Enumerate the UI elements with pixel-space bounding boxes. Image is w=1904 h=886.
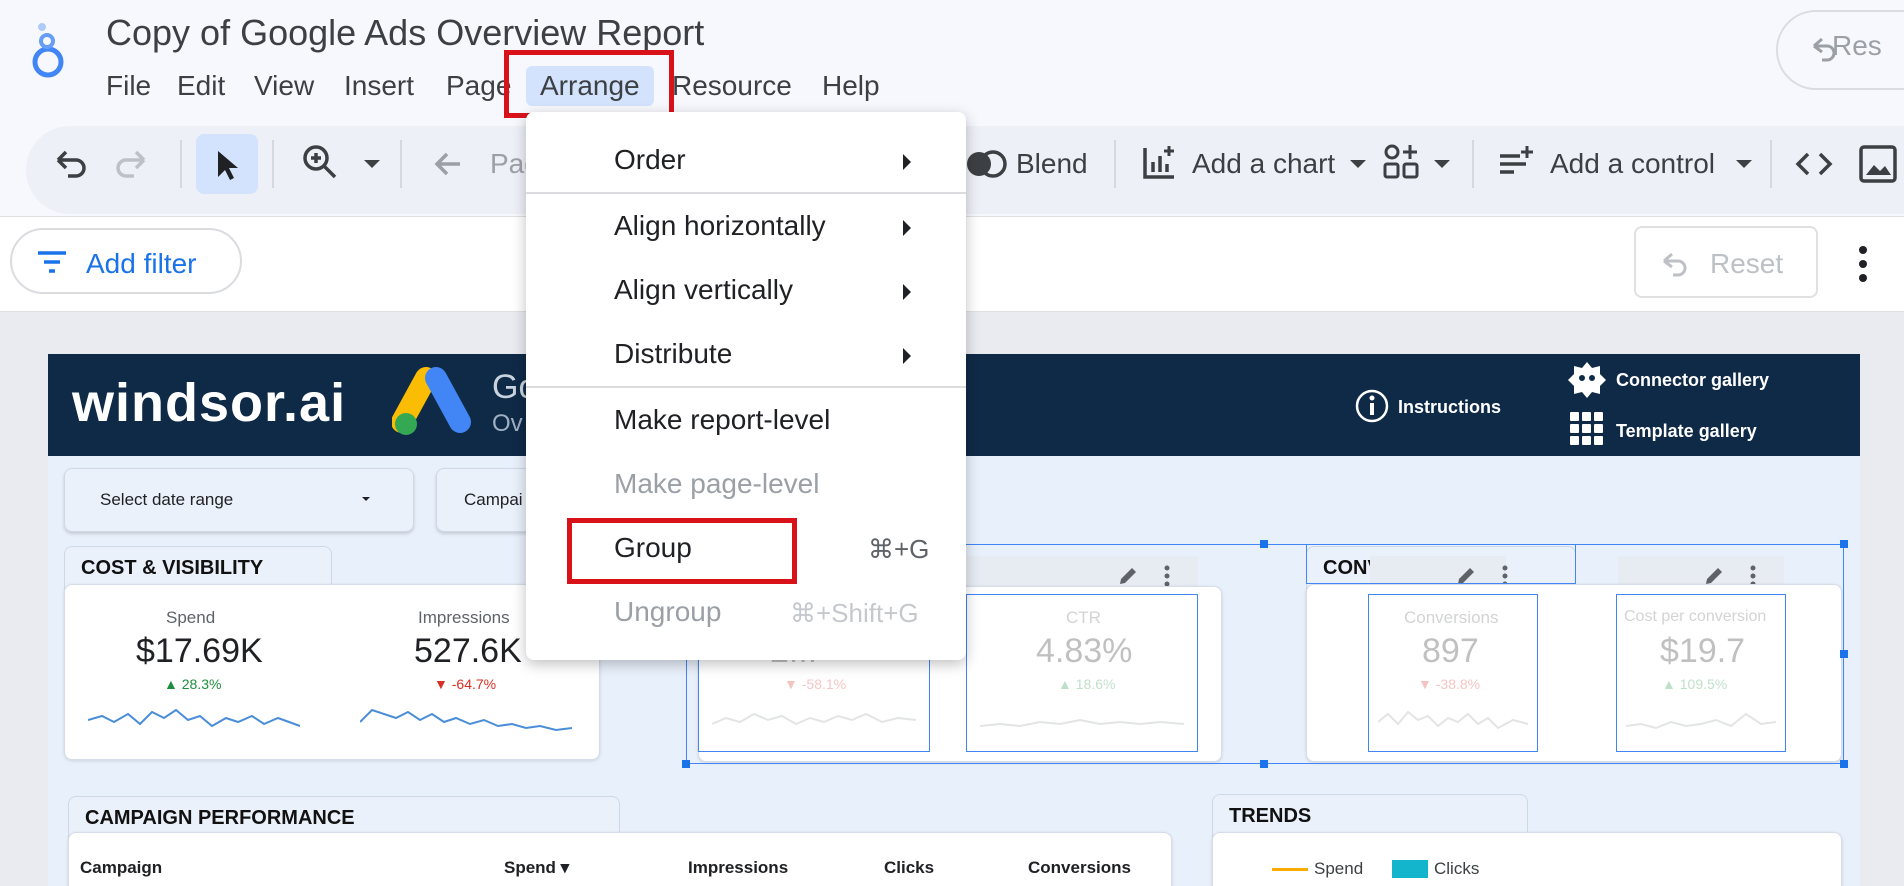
instructions-link[interactable]: Instructions xyxy=(1398,397,1501,418)
menu-help[interactable]: Help xyxy=(822,66,880,106)
menu-item-make-page-level: Make page-level xyxy=(614,468,820,499)
banner-subtitle-partial: Ov xyxy=(492,410,523,437)
toolbar-separator xyxy=(1114,140,1116,188)
trends-chart[interactable] xyxy=(1212,832,1842,886)
metric-value: $17.69K xyxy=(136,632,263,670)
template-gallery-link[interactable]: Template gallery xyxy=(1616,421,1757,442)
community-viz-icon[interactable] xyxy=(1382,142,1422,182)
metric-value: 527.6K xyxy=(414,632,522,670)
template-gallery-icon[interactable] xyxy=(1570,412,1604,446)
resize-handle[interactable] xyxy=(1840,540,1848,548)
more-vert-icon[interactable] xyxy=(1858,244,1868,284)
redo-icon[interactable] xyxy=(112,144,152,184)
metric-label: Spend xyxy=(166,608,216,627)
toolbar-separator xyxy=(180,140,182,188)
zoom-icon[interactable] xyxy=(300,142,340,182)
submenu-arrow-icon xyxy=(903,220,911,236)
chevron-down-icon[interactable] xyxy=(1724,144,1764,184)
windsor-brand-logo: windsor.ai xyxy=(72,373,347,433)
shortcut-group: ⌘+G xyxy=(868,534,930,564)
chevron-down-icon[interactable] xyxy=(352,144,392,184)
campaign-control-label: Campai xyxy=(464,490,523,509)
image-icon[interactable] xyxy=(1858,144,1898,184)
menu-arrange[interactable]: Arrange xyxy=(526,66,654,106)
add-chart-icon[interactable] xyxy=(1140,142,1180,182)
toolbar-separator xyxy=(1770,140,1772,188)
column-header[interactable]: Clicks xyxy=(884,858,934,878)
resize-handle[interactable] xyxy=(1260,540,1268,548)
back-arrow-icon[interactable] xyxy=(428,144,468,184)
menu-file[interactable]: File xyxy=(106,66,151,106)
legend-swatch-spend xyxy=(1272,868,1308,871)
reset-label: Reset xyxy=(1710,248,1784,279)
chevron-down-icon[interactable] xyxy=(1338,144,1378,184)
toolbar-separator xyxy=(400,140,402,188)
metric-delta: ▼ -64.7% xyxy=(434,676,497,692)
document-title[interactable]: Copy of Google Ads Overview Report xyxy=(106,12,704,54)
resize-handle[interactable] xyxy=(682,760,690,768)
resize-handle[interactable] xyxy=(1260,760,1268,768)
filter-icon xyxy=(38,251,66,273)
menu-separator xyxy=(526,192,966,194)
column-header[interactable]: Campaign xyxy=(80,858,162,878)
google-ads-logo-icon xyxy=(392,367,471,435)
menu-resource[interactable]: Resource xyxy=(672,66,792,106)
menu-edit[interactable]: Edit xyxy=(177,66,225,106)
toolbar-separator xyxy=(272,140,274,188)
column-header[interactable]: Conversions xyxy=(1028,858,1131,878)
menu-separator xyxy=(526,386,966,388)
add-filter-label: Add filter xyxy=(86,248,197,279)
legend-label: Spend xyxy=(1314,859,1364,878)
undo-icon xyxy=(1663,252,1687,277)
connector-gallery-link[interactable]: Connector gallery xyxy=(1616,370,1769,391)
column-header[interactable]: Spend ▾ xyxy=(504,858,569,878)
menu-item-make-report-level[interactable]: Make report-level xyxy=(614,404,830,436)
blend-icon[interactable] xyxy=(962,144,1010,184)
chevron-down-icon[interactable] xyxy=(1422,144,1462,184)
submenu-arrow-icon xyxy=(903,284,911,300)
info-icon[interactable] xyxy=(1354,388,1390,424)
menu-view[interactable]: View xyxy=(254,66,314,106)
resize-handle[interactable] xyxy=(1840,650,1848,658)
menu-item-align-vertically[interactable]: Align vertically xyxy=(614,274,793,306)
sparkline xyxy=(360,708,572,732)
legend-swatch-clicks xyxy=(1392,860,1428,878)
date-range-label: Select date range xyxy=(100,490,234,509)
menu-item-align-horizontally[interactable]: Align horizontally xyxy=(614,210,826,242)
looker-studio-logo-icon[interactable] xyxy=(30,22,70,78)
menu-item-group[interactable]: Group xyxy=(614,532,692,564)
toolbar-separator xyxy=(1472,140,1474,188)
metric-delta: ▲ 28.3% xyxy=(164,676,222,692)
submenu-arrow-icon xyxy=(903,154,911,170)
submenu-arrow-icon xyxy=(903,348,911,364)
blend-button[interactable]: Blend xyxy=(1016,148,1088,180)
undo-icon[interactable] xyxy=(50,144,90,184)
column-header[interactable]: Impressions xyxy=(688,858,788,878)
shortcut-ungroup: ⌘+Shift+G xyxy=(790,598,919,628)
sparkline xyxy=(88,708,300,728)
resize-handle[interactable] xyxy=(1840,760,1848,768)
caret-down-icon xyxy=(362,497,370,501)
metric-label: Impressions xyxy=(418,608,510,627)
menu-item-distribute[interactable]: Distribute xyxy=(614,338,732,370)
add-control-icon[interactable] xyxy=(1496,142,1536,182)
add-chart-button[interactable]: Add a chart xyxy=(1192,148,1335,180)
code-embed-icon[interactable] xyxy=(1794,144,1834,184)
connector-gallery-icon[interactable] xyxy=(1566,360,1608,400)
menu-page[interactable]: Page xyxy=(446,66,511,106)
menu-insert[interactable]: Insert xyxy=(344,66,414,106)
menu-item-ungroup: Ungroup xyxy=(614,596,722,627)
legend-label: Clicks xyxy=(1434,859,1480,878)
add-control-button[interactable]: Add a control xyxy=(1550,148,1715,180)
cursor-arrow-icon[interactable] xyxy=(208,145,248,185)
menu-item-order[interactable]: Order xyxy=(614,144,686,176)
top-reset-label: Res xyxy=(1832,30,1882,61)
campaign-table[interactable] xyxy=(68,832,1172,886)
